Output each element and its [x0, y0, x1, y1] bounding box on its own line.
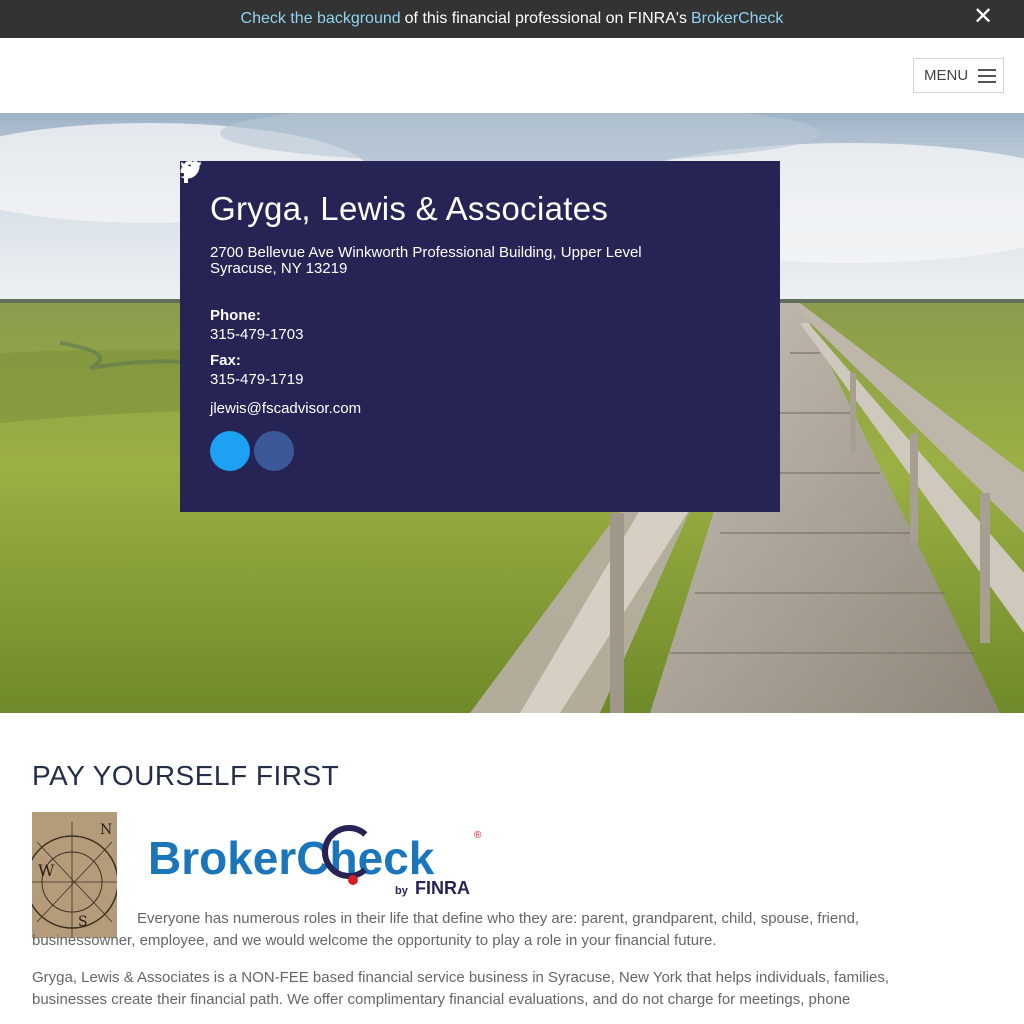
- svg-text:N: N: [100, 822, 112, 838]
- menu-label: MENU: [924, 67, 969, 84]
- brokercheck-logo[interactable]: BrokerCheck by FINRA ®: [148, 822, 498, 917]
- twitter-button[interactable]: [180, 161, 250, 471]
- check-background-link[interactable]: Check the background: [241, 10, 401, 28]
- hamburger-icon: [978, 68, 997, 83]
- svg-text:FINRA: FINRA: [415, 878, 470, 898]
- banner-text: of this financial professional on FINRA'…: [404, 10, 687, 27]
- facebook-button[interactable]: [180, 161, 294, 471]
- fax-number: 315-479-1719: [210, 371, 304, 388]
- facebook-icon: [180, 161, 192, 183]
- close-icon[interactable]: ✕: [972, 5, 994, 29]
- svg-text:by: by: [395, 885, 409, 897]
- fax-block: Fax: 315-479-1719: [210, 352, 750, 388]
- email-link[interactable]: jlewis@fscadvisor.com: [210, 400, 750, 417]
- address: 2700 Bellevue Ave Winkworth Professional…: [210, 245, 750, 277]
- intro-paragraph: Everyone has numerous roles in their lif…: [32, 910, 860, 949]
- menu-button[interactable]: MENU: [913, 58, 1004, 93]
- svg-text:BrokerCheck: BrokerCheck: [148, 832, 435, 884]
- section-heading: PAY YOURSELF FIRST: [32, 760, 340, 791]
- phone-block: Phone: 315-479-1703: [210, 307, 750, 343]
- svg-text:W: W: [38, 861, 55, 880]
- fax-label: Fax:: [210, 352, 241, 369]
- business-name: Gryga, Lewis & Associates: [210, 190, 609, 227]
- svg-text:®: ®: [474, 830, 482, 841]
- social-links: [180, 161, 750, 471]
- site-header: MENU: [0, 38, 1024, 113]
- address-line-1: 2700 Bellevue Ave Winkworth Professional…: [210, 244, 642, 261]
- brokercheck-link[interactable]: BrokerCheck: [691, 10, 783, 28]
- main-content: PAY YOURSELF FIRST W N S BrokerCheck by …: [32, 760, 992, 1008]
- address-line-2: Syracuse, NY 13219: [210, 260, 348, 277]
- phone-label: Phone:: [210, 307, 261, 324]
- finra-banner: Check the background of this financial p…: [0, 0, 1024, 38]
- hero-banner: Gryga, Lewis & Associates 2700 Bellevue …: [0, 113, 1024, 713]
- contact-card: Gryga, Lewis & Associates 2700 Bellevue …: [180, 161, 780, 512]
- about-paragraph: Gryga, Lewis & Associates is a NON-FEE b…: [32, 969, 890, 1008]
- phone-number[interactable]: 315-479-1703: [210, 326, 750, 343]
